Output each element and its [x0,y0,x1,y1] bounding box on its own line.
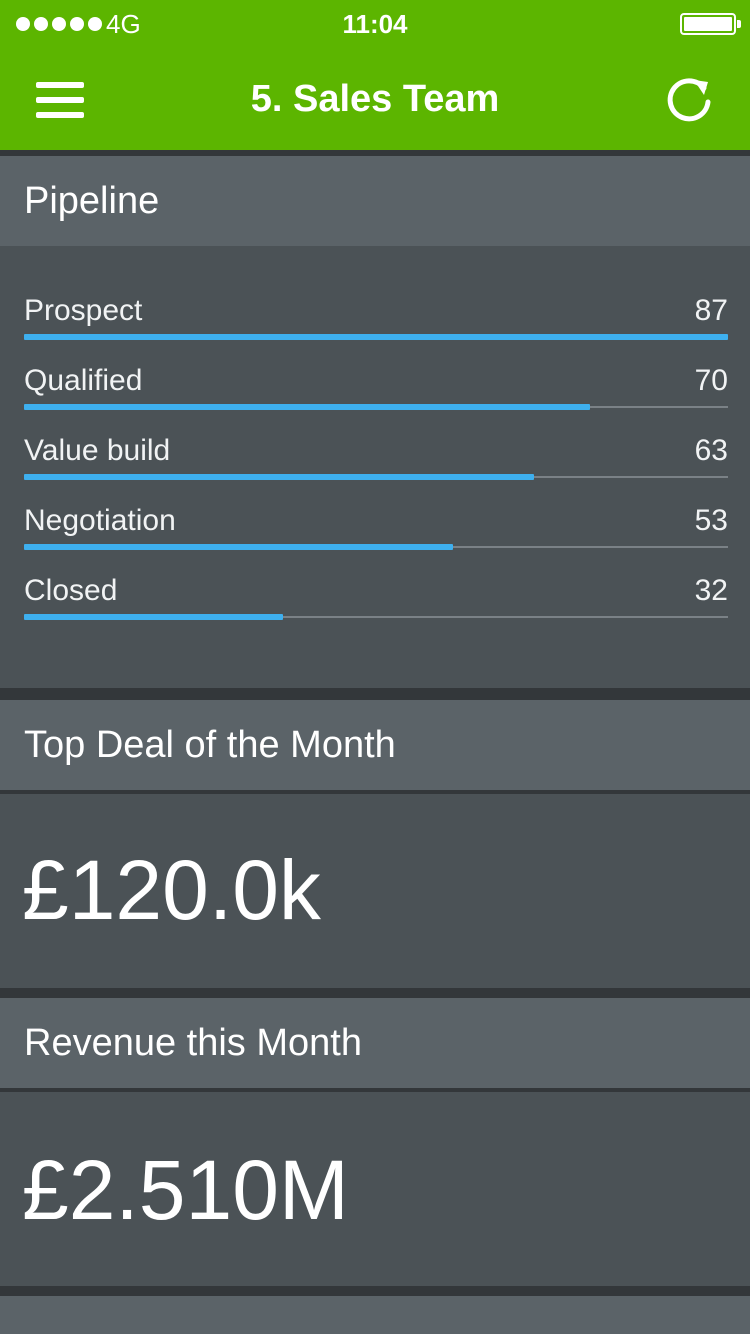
revenue-card-header: Revenue this Month [0,998,750,1088]
pipeline-stage-count: 32 [694,574,728,607]
next-card-header [0,1296,750,1334]
pipeline-stage-count: 70 [694,364,728,397]
revenue-card-body: £2.510M [0,1092,750,1286]
pipeline-card-body: Prospect 87 Qualified 70 Value build 63 Negoti… [0,246,750,688]
pipeline-bar [24,404,590,410]
pipeline-row: Qualified 70 [24,364,728,424]
refresh-icon [667,78,711,122]
pipeline-stage-label: Prospect [24,294,143,327]
revenue-title: Revenue this Month [24,1022,362,1064]
battery-icon [680,13,741,35]
top-deal-title: Top Deal of the Month [24,724,396,766]
status-time: 11:04 [342,9,408,39]
pipeline-row: Prospect 87 [24,294,728,354]
revenue-value: £2.510M [22,1143,349,1237]
pipeline-stage-label: Qualified [24,364,143,397]
pipeline-card-header: Pipeline [0,156,750,246]
pipeline-bar [24,544,453,550]
top-deal-card-body: £120.0k [0,794,750,988]
pipeline-bar [24,474,534,480]
pipeline-stage-label: Closed [24,574,118,607]
pipeline-row: Negotiation 53 [24,504,728,564]
pipeline-stage-count: 63 [694,434,728,467]
pipeline-row: Closed 32 [24,574,728,634]
pipeline-stage-count: 87 [694,294,728,327]
pipeline-row: Value build 63 [24,434,728,494]
top-deal-value: £120.0k [22,843,321,937]
pipeline-stage-count: 53 [694,504,728,537]
top-deal-card-header: Top Deal of the Month [0,700,750,790]
pipeline-stage-label: Value build [24,434,171,467]
pipeline-title: Pipeline [24,180,160,222]
refresh-button[interactable] [664,74,716,126]
pipeline-bar [24,614,283,620]
pipeline-bar [24,334,728,340]
app-header: 4G 11:04 5. Sales Team [0,0,750,150]
status-bar: 4G 11:04 [0,0,750,50]
page-title: 5. Sales Team [250,78,500,120]
pipeline-stage-label: Negotiation [24,504,176,537]
